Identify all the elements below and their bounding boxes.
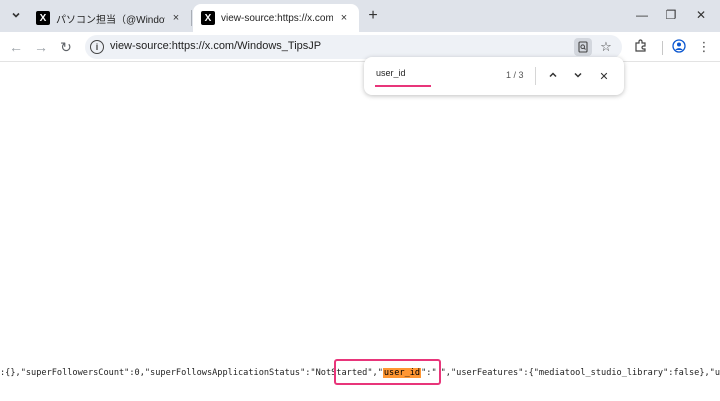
close-tab-icon[interactable]: × — [169, 11, 183, 25]
tab-title: パソコン担当（@Windows_TipsJ — [56, 14, 165, 26]
find-input-underline — [375, 85, 431, 87]
user-circle-icon — [672, 38, 686, 56]
tab-view-source[interactable]: X view-source:https://x.com/Wind × — [193, 4, 359, 32]
x-logo-icon: X — [36, 11, 50, 25]
close-window-button[interactable]: ✕ — [692, 6, 710, 24]
forward-button[interactable]: → — [31, 37, 51, 57]
source-text-after: ","userFeatures":{"mediatool_studio_libr… — [440, 368, 720, 378]
find-match-count: 1 / 3 — [506, 70, 524, 80]
chevron-down-icon — [11, 7, 21, 25]
tab-divider — [191, 10, 192, 26]
toolbar-divider — [662, 41, 663, 55]
close-tab-icon[interactable]: × — [337, 11, 351, 25]
tab-x-profile[interactable]: X パソコン担当（@Windows_TipsJ × — [28, 4, 191, 32]
address-bar[interactable]: i view-source:https://x.com/Windows_Tips… — [85, 35, 622, 59]
menu-button[interactable]: ⋮ — [694, 37, 714, 57]
profile-button[interactable] — [669, 37, 689, 57]
reload-button[interactable]: ↻ — [56, 37, 76, 57]
bookmark-star-icon[interactable]: ☆ — [597, 38, 615, 56]
find-input[interactable] — [376, 68, 486, 78]
page-content: :{},"superFollowersCount":0,"superFollow… — [0, 63, 720, 401]
tab-strip: X パソコン担当（@Windows_TipsJ × X view-source:… — [0, 0, 720, 32]
find-bar: 1 / 3 ✕ — [364, 57, 624, 95]
tab-title: view-source:https://x.com/Wind — [221, 12, 333, 24]
find-divider — [535, 67, 536, 85]
back-button[interactable]: ← — [6, 37, 26, 57]
maximize-button[interactable]: ❐ — [662, 6, 680, 24]
chevron-down-icon — [573, 70, 583, 83]
minimize-button[interactable]: — — [633, 6, 651, 24]
find-next-button[interactable] — [569, 67, 587, 85]
find-previous-button[interactable] — [544, 67, 562, 85]
new-tab-button[interactable]: + — [364, 7, 382, 25]
puzzle-icon — [634, 38, 648, 56]
tab-search-button[interactable] — [6, 6, 26, 26]
x-logo-icon: X — [201, 11, 215, 25]
highlight-callout-box — [334, 359, 441, 385]
source-text-before: :{},"superFollowersCount":0,"superFollow… — [0, 368, 383, 378]
site-info-icon[interactable]: i — [90, 40, 104, 54]
extensions-button[interactable] — [631, 37, 651, 57]
find-close-button[interactable]: ✕ — [595, 67, 613, 85]
chevron-up-icon — [548, 70, 558, 83]
page-search-icon[interactable] — [574, 38, 592, 56]
url-text[interactable]: view-source:https://x.com/Windows_TipsJP — [110, 40, 321, 52]
